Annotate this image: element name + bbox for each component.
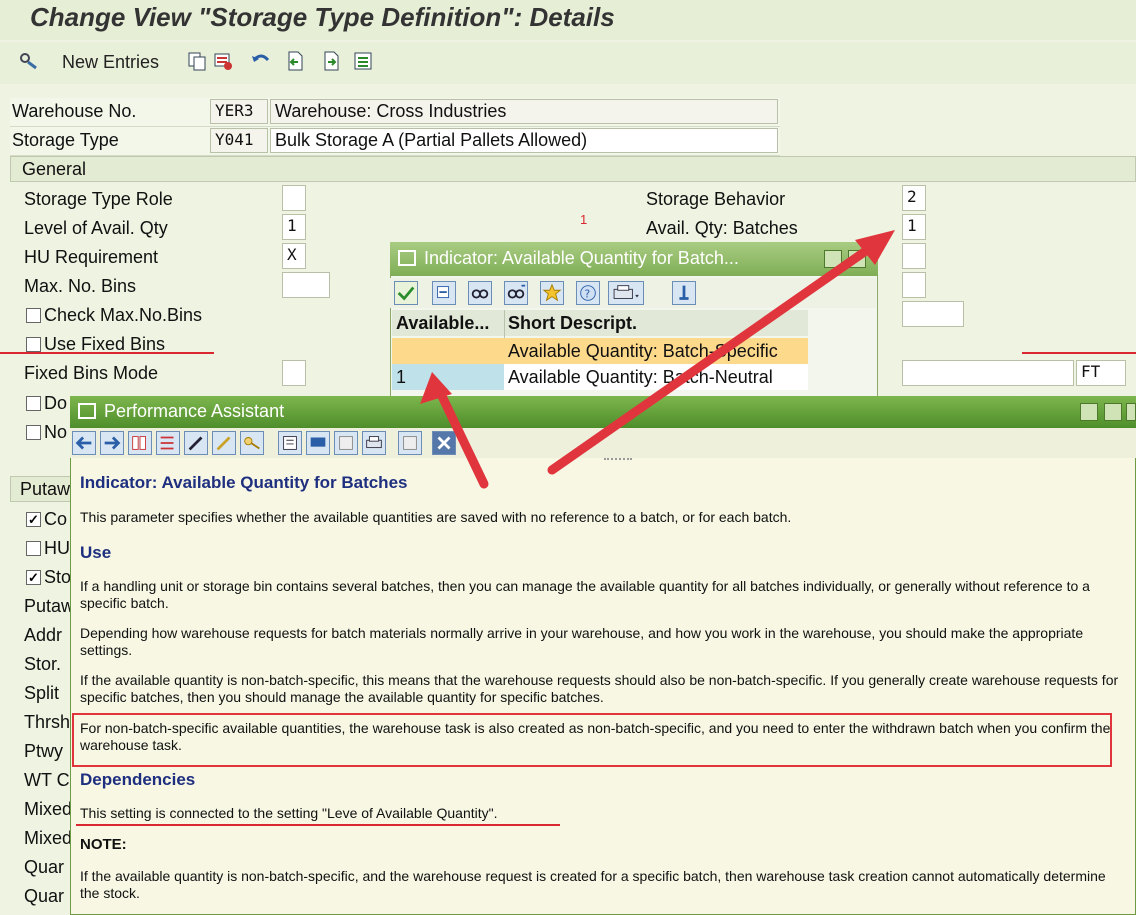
arrow-to-avail-qty-field	[547, 230, 895, 475]
arrow-to-batch-neutral-row	[420, 372, 489, 489]
annotation-arrows	[420, 230, 895, 489]
